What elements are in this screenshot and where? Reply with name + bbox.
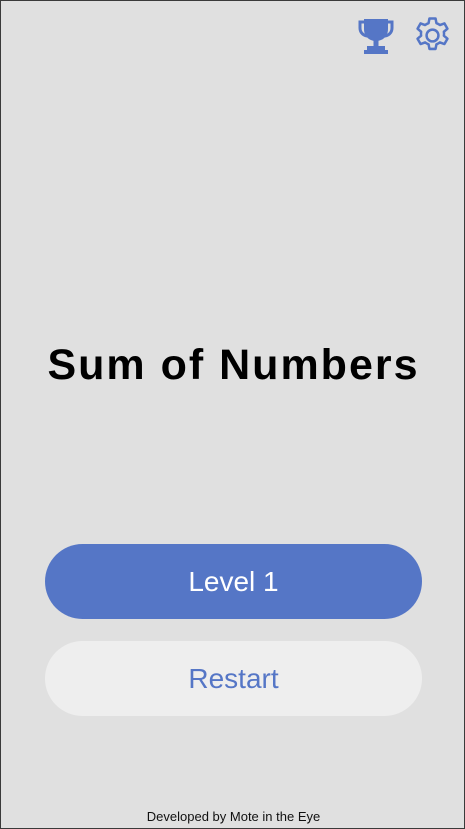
app-screen: Sum of Numbers Level 1 Restart Developed… <box>0 0 465 829</box>
page-title: Sum of Numbers <box>47 341 420 389</box>
trophy-button[interactable] <box>358 17 394 55</box>
gear-icon <box>416 17 449 51</box>
level-button[interactable]: Level 1 <box>45 544 422 619</box>
restart-button[interactable]: Restart <box>45 641 422 716</box>
developer-credit: Developed by Mote in the Eye <box>146 809 321 824</box>
settings-button[interactable] <box>411 14 454 57</box>
trophy-icon <box>358 19 394 54</box>
